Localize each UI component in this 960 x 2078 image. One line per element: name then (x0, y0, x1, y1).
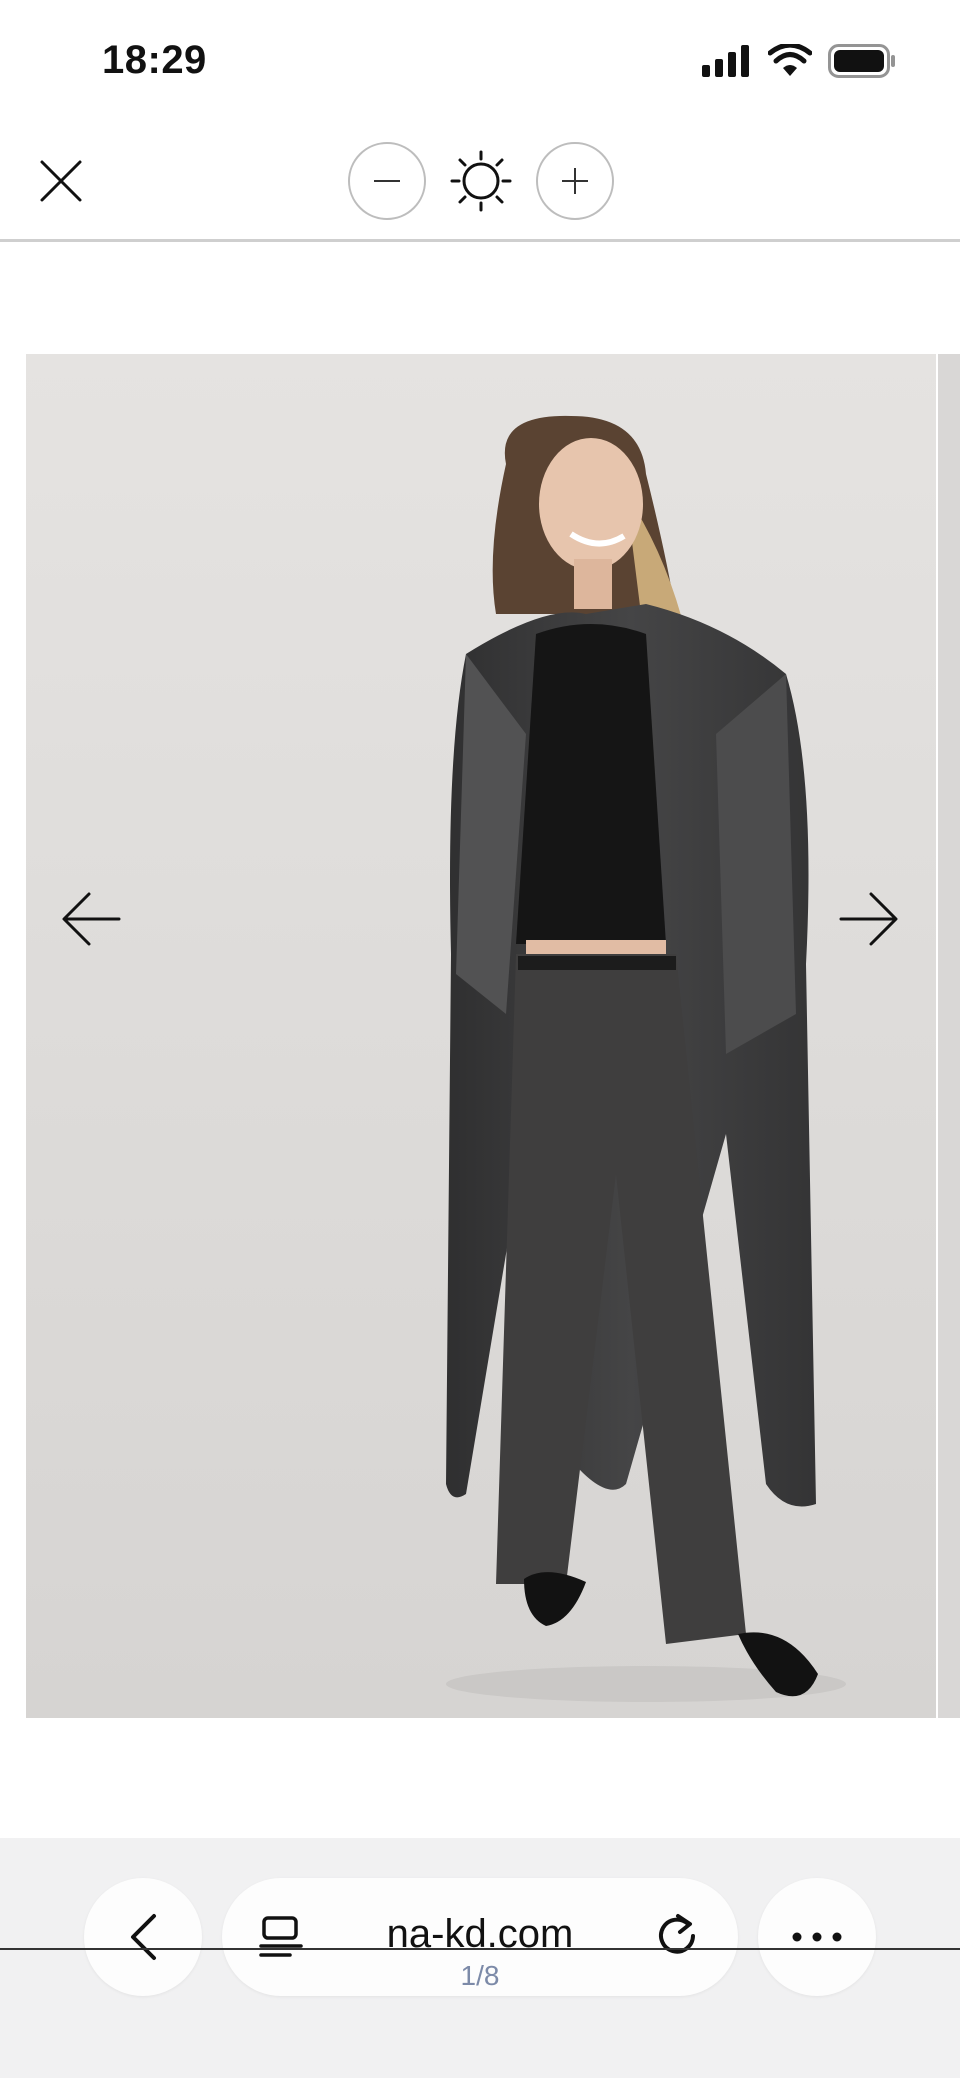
status-bar: 18:29 (0, 0, 960, 120)
divider-line (0, 1948, 960, 1950)
image-gallery (0, 244, 960, 1838)
product-image[interactable] (26, 354, 936, 1718)
chevron-left-icon (131, 1914, 156, 1960)
next-image-button[interactable] (834, 884, 904, 954)
more-icon (792, 1932, 842, 1942)
zoom-in-button[interactable] (536, 142, 614, 220)
battery-icon (828, 44, 895, 78)
brightness-button[interactable] (450, 150, 512, 212)
arrow-right-icon (839, 892, 898, 946)
zoom-controls (348, 142, 614, 220)
browser-bottom-bar: na-kd.com (0, 1838, 960, 2078)
zoom-out-button[interactable] (348, 142, 426, 220)
signal-icon (702, 45, 749, 77)
status-icons (702, 44, 896, 78)
model-photo (26, 354, 936, 1718)
arrow-left-icon (62, 892, 121, 946)
status-time: 18:29 (102, 38, 207, 82)
image-viewer-toolbar (0, 120, 960, 242)
minus-icon (374, 180, 400, 182)
close-button[interactable] (36, 156, 86, 206)
close-icon (40, 160, 82, 202)
plus-icon (562, 168, 588, 194)
next-image-peek[interactable] (938, 354, 960, 1718)
page-indicator: 1/8 (460, 1960, 500, 1991)
wifi-icon (768, 44, 812, 76)
reload-icon[interactable] (652, 1910, 702, 1960)
sun-icon (450, 150, 512, 212)
previous-image-button[interactable] (56, 884, 126, 954)
